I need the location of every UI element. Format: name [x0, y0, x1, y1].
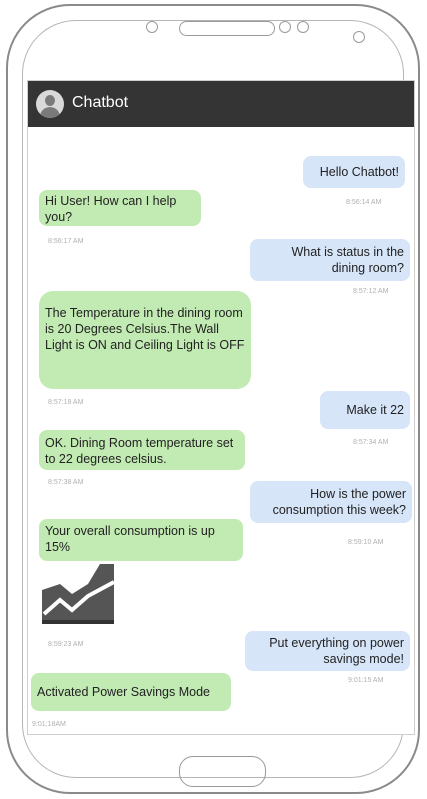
- avatar-icon-body: [40, 107, 60, 118]
- sensor-dot: [279, 21, 291, 33]
- home-button[interactable]: [179, 756, 266, 787]
- user-message: What is status in the dining room?: [250, 239, 410, 281]
- user-message: How is the power consumption this week?: [250, 481, 412, 523]
- message-timestamp: 9:01:18AM: [32, 721, 66, 728]
- bot-message: Your overall consumption is up 15%: [39, 519, 243, 561]
- chat-header: Chatbot: [28, 81, 414, 127]
- bot-message: OK. Dining Room temperature set to 22 de…: [39, 430, 245, 470]
- avatar-icon-head: [45, 95, 55, 106]
- consumption-chart-image[interactable]: [42, 564, 115, 624]
- user-message: Hello Chatbot!: [303, 156, 405, 188]
- message-timestamp: 8:56:17 AM: [48, 238, 84, 245]
- chat-screen: Chatbot Hello Chatbot! 8:56:14 AM Hi Use…: [27, 80, 415, 735]
- speaker-grille: [179, 21, 275, 36]
- line-chart-icon: [42, 564, 115, 624]
- message-timestamp: 8:57:38 AM: [48, 479, 84, 486]
- chat-title: Chatbot: [72, 94, 129, 111]
- avatar[interactable]: [36, 90, 64, 118]
- message-timestamp: 8:57:12 AM: [353, 288, 389, 295]
- user-message: Put everything on power savings mode!: [245, 631, 410, 671]
- sensor-dot: [353, 31, 365, 43]
- message-timestamp: 8:57:18 AM: [48, 399, 84, 406]
- bot-message: The Temperature in the dining room is 20…: [39, 291, 251, 389]
- message-timestamp: 9:01:15 AM: [348, 677, 384, 684]
- message-timestamp: 8:57:34 AM: [353, 439, 389, 446]
- bot-message: Hi User! How can I help you?: [39, 190, 201, 226]
- message-timestamp: 8:56:14 AM: [346, 199, 382, 206]
- message-timestamp: 8:59:10 AM: [348, 539, 384, 546]
- sensor-dot: [297, 21, 309, 33]
- bot-message: Activated Power Savings Mode: [31, 673, 231, 711]
- message-timestamp: 8:59:23 AM: [48, 641, 84, 648]
- front-camera: [146, 21, 158, 33]
- user-message: Make it 22: [320, 391, 410, 429]
